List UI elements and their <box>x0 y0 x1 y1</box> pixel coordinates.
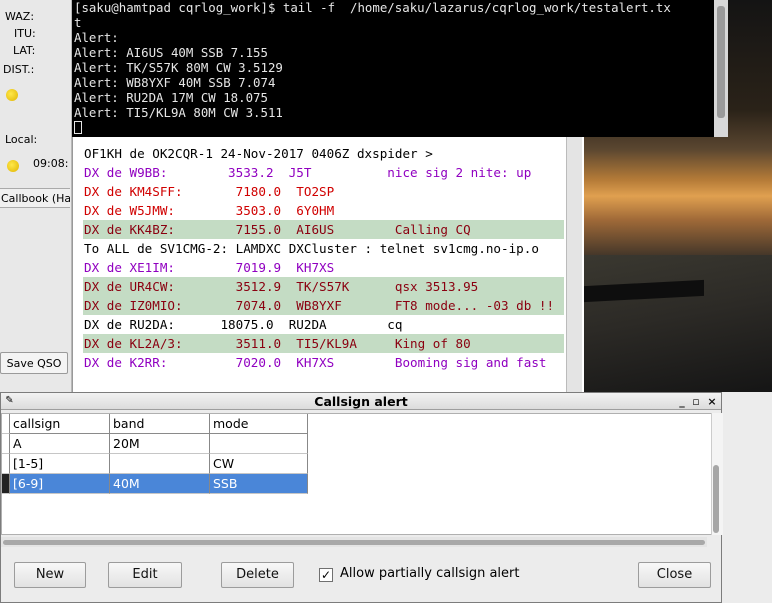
minimize-icon[interactable]: _ <box>675 393 689 410</box>
terminal-window[interactable]: [saku@hamtpad cqrlog_work]$ tail -f /hom… <box>72 0 728 137</box>
cell-callsign[interactable]: [1-5] <box>10 454 110 474</box>
terminal-scroll-thumb[interactable] <box>717 6 725 118</box>
cluster-lines: OF1KH de OK2CQR-1 24-Nov-2017 0406Z dxsp… <box>83 144 564 372</box>
window-title-bar[interactable]: ✎ Callsign alert _ ▫ × <box>1 393 721 410</box>
cluster-line[interactable]: DX de KK4BZ: 7155.0 AI6US Calling CQ <box>83 220 564 239</box>
terminal-line: Alert: TK/S57K 80M CW 3.5129 <box>74 60 283 75</box>
terminal-line: Alert: TI5/KL9A 80M CW 3.511 <box>74 105 283 120</box>
column-header-band[interactable]: band <box>110 414 210 434</box>
current-row-arrow-icon[interactable] <box>2 474 10 494</box>
local-label: Local: <box>5 133 38 146</box>
dx-cluster-view: OF1KH de OK2CQR-1 24-Nov-2017 0406Z dxsp… <box>72 130 584 392</box>
app-icon: ✎ <box>5 395 14 406</box>
sun-icon <box>7 160 19 172</box>
maximize-icon[interactable]: ▫ <box>689 393 703 410</box>
cell-callsign[interactable]: A <box>10 434 110 454</box>
column-header-callsign[interactable]: callsign <box>10 414 110 434</box>
grid-vertical-scroll-thumb[interactable] <box>713 465 719 533</box>
grid-horizontal-scroll-thumb[interactable] <box>3 540 705 545</box>
terminal-line: Alert: RU2DA 17M CW 18.075 <box>74 90 268 105</box>
alert-grid[interactable]: callsign band mode A 20M [1-5] CW [6-9] … <box>1 413 713 535</box>
cluster-line[interactable]: DX de IZ0MIO: 7074.0 WB8YXF FT8 mode... … <box>83 296 564 315</box>
terminal-line: Alert: WB8YXF 40M SSB 7.074 <box>74 75 276 90</box>
cell-callsign-selected[interactable]: [6-9] <box>10 474 110 494</box>
save-qso-button[interactable]: Save QSO <box>0 352 68 374</box>
itu-label: ITU: <box>14 27 36 40</box>
terminal-line: t <box>74 15 82 30</box>
new-button[interactable]: New <box>14 562 86 588</box>
edit-button[interactable]: Edit <box>108 562 182 588</box>
waz-label: WAZ: <box>5 10 35 23</box>
grid-corner <box>2 414 10 434</box>
terminal-line: [saku@hamtpad cqrlog_work]$ tail -f /hom… <box>74 0 671 15</box>
terminal-line: Alert: AI6US 40M SSB 7.155 <box>74 45 268 60</box>
column-header-mode[interactable]: mode <box>210 414 308 434</box>
cluster-line[interactable]: OF1KH de OK2CQR-1 24-Nov-2017 0406Z dxsp… <box>83 144 564 163</box>
cluster-scrollbar[interactable] <box>566 130 582 392</box>
close-button[interactable]: Close <box>638 562 711 588</box>
local-time: 09:08: <box>33 157 69 170</box>
terminal-cursor <box>74 121 82 134</box>
allow-partial-label[interactable]: Allow partially callsign alert <box>340 566 520 581</box>
row-indicator[interactable] <box>2 454 10 474</box>
cell-band-selected[interactable]: 40M <box>110 474 210 494</box>
cluster-line[interactable]: DX de UR4CW: 3512.9 TK/S57K qsx 3513.95 <box>83 277 564 296</box>
delete-button[interactable]: Delete <box>221 562 294 588</box>
cluster-line[interactable]: DX de W5JMW: 3503.0 6Y0HM <box>83 201 564 220</box>
cluster-line[interactable]: DX de K2RR: 7020.0 KH7XS Booming sig and… <box>83 353 564 372</box>
cluster-line[interactable]: DX de KM4SFF: 7180.0 TO2SP <box>83 182 564 201</box>
row-indicator[interactable] <box>2 434 10 454</box>
cluster-line[interactable]: DX de KL2A/3: 3511.0 TI5/KL9A King of 80 <box>83 334 564 353</box>
close-icon[interactable]: × <box>705 393 719 410</box>
cell-band[interactable] <box>110 454 210 474</box>
cluster-line[interactable]: To ALL de SV1CMG-2: LAMDXC DXCluster : t… <box>83 239 564 258</box>
cell-mode-selected[interactable]: SSB <box>210 474 308 494</box>
callbook-tab[interactable]: Callbook (Ha <box>0 188 70 208</box>
cluster-line[interactable]: DX de W9BB: 3533.2 J5T nice sig 2 nite: … <box>83 163 564 182</box>
sunrise-icon <box>6 89 18 101</box>
cluster-line[interactable]: DX de RU2DA: 18075.0 RU2DA cq <box>83 315 564 334</box>
dist-label: DIST.: <box>3 63 35 76</box>
cluster-line[interactable]: DX de XE1IM: 7019.9 KH7XS <box>83 258 564 277</box>
allow-partial-checkbox[interactable]: ✓ <box>319 568 333 582</box>
window-title: Callsign alert <box>314 394 408 409</box>
cell-mode[interactable] <box>210 434 308 454</box>
wallpaper-land <box>584 255 772 392</box>
callsign-alert-window: ✎ Callsign alert _ ▫ × callsign band mod… <box>0 392 723 603</box>
cell-mode[interactable]: CW <box>210 454 308 474</box>
cell-band[interactable]: 20M <box>110 434 210 454</box>
lat-label: LAT: <box>13 44 36 57</box>
terminal-line: Alert: <box>74 30 119 45</box>
